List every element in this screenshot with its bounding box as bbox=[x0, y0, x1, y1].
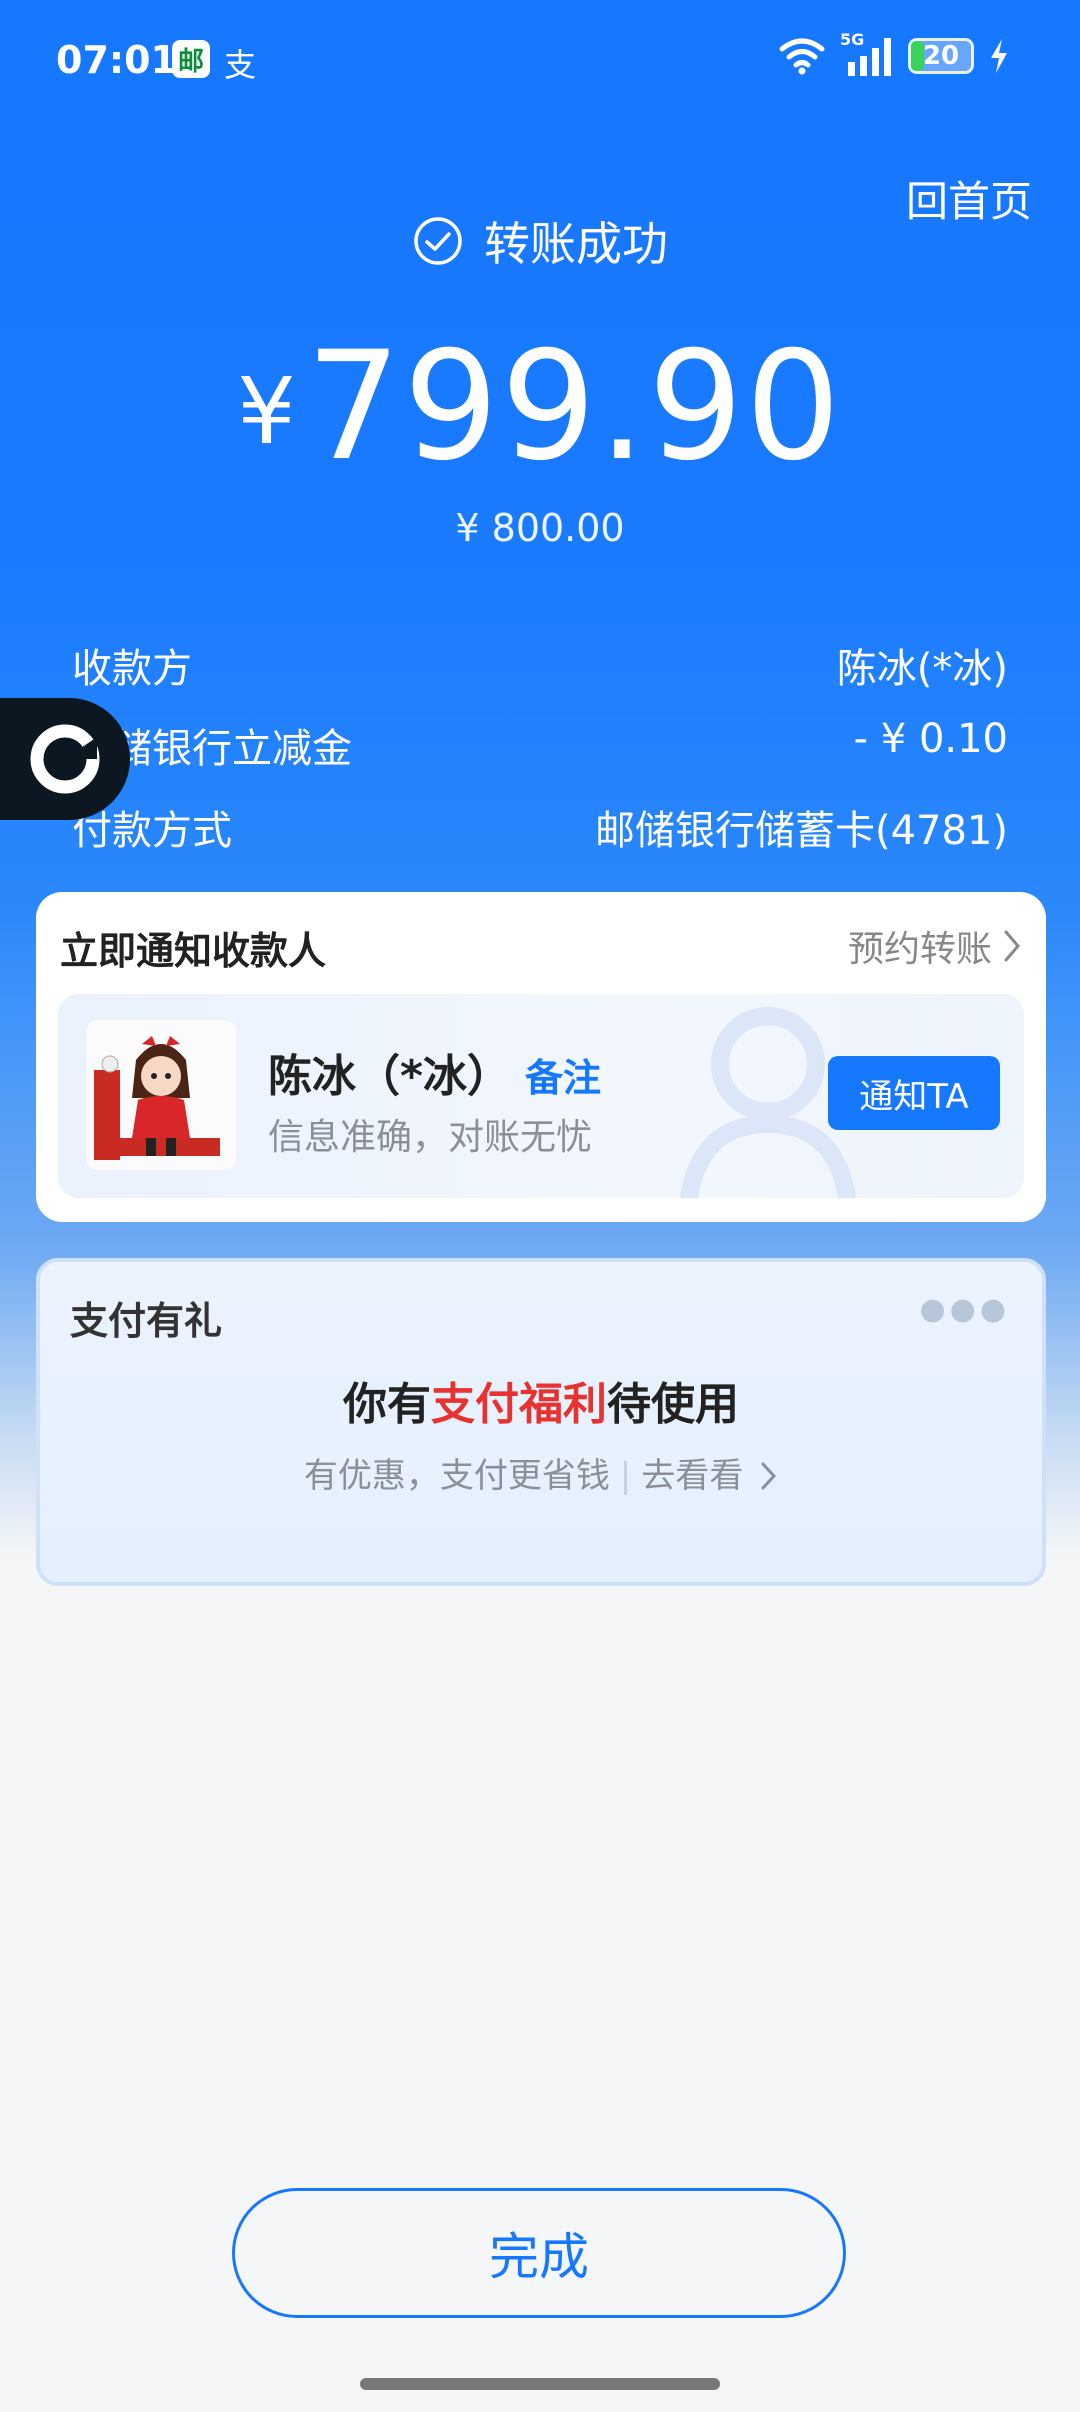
payee-avatar[interactable] bbox=[86, 1020, 236, 1170]
chevron-right-icon bbox=[1004, 930, 1020, 962]
check-circle-icon bbox=[414, 217, 462, 265]
assistant-ring-icon bbox=[30, 724, 100, 794]
floating-assistant-button[interactable] bbox=[0, 698, 130, 820]
success-text: 转账成功 bbox=[484, 217, 668, 271]
detail-row-payment-method: 付款方式 邮储银行储蓄卡(4781) bbox=[72, 798, 1008, 856]
done-button[interactable]: 完成 bbox=[232, 2188, 846, 2318]
gift-headline-prefix: 你有 bbox=[343, 1379, 431, 1430]
scheduled-transfer-link[interactable]: 预约转账 bbox=[848, 920, 1022, 972]
wifi-icon bbox=[779, 38, 825, 75]
notify-payee-button[interactable]: 通知TA bbox=[828, 1056, 1000, 1130]
payee-name: 陈冰（*冰） bbox=[268, 1051, 512, 1102]
battery-icon: 20 bbox=[908, 38, 974, 74]
payee-name-row: 陈冰（*冰） 备注 bbox=[268, 1040, 601, 1104]
status-time: 07:01 bbox=[56, 38, 177, 82]
status-icons: 5G 20 bbox=[778, 30, 1010, 76]
original-amount: ¥ 800.00 bbox=[455, 506, 625, 550]
gift-headline-suffix: 待使用 bbox=[607, 1379, 739, 1430]
notify-card-title: 立即通知收款人 bbox=[60, 929, 327, 973]
gift-headline: 你有支付福利待使用 bbox=[40, 1368, 1042, 1432]
detail-value: 陈冰(*冰) bbox=[836, 646, 1008, 692]
detail-row-discount: 邮储银行立减金 - ¥ 0.10 bbox=[72, 716, 1008, 774]
detail-label: 收款方 bbox=[72, 646, 192, 692]
payee-subtitle: 信息准确，对账无忧 bbox=[268, 1117, 593, 1158]
detail-value: 邮储银行储蓄卡(4781) bbox=[594, 808, 1008, 854]
amount-value: 799.90 bbox=[305, 320, 843, 494]
notify-payee-card: 立即通知收款人 预约转账 陈冰（*冰） 备注 信息准确，对账无忧 通知TA bbox=[36, 892, 1046, 1222]
scheduled-transfer-label: 预约转账 bbox=[847, 929, 992, 970]
view-gift-link[interactable]: 去看看 bbox=[641, 1456, 743, 1496]
transfer-amount: ¥799.90 bbox=[0, 320, 1080, 494]
chevron-right-icon bbox=[761, 1462, 777, 1490]
more-options-icon[interactable]: ●●● bbox=[919, 1292, 1010, 1327]
divider: | bbox=[619, 1456, 632, 1496]
gift-sub-text: 有优惠，支付更省钱 bbox=[303, 1456, 610, 1496]
gift-card-title: 支付有礼 bbox=[70, 1299, 223, 1343]
payee-info-box: 陈冰（*冰） 备注 信息准确，对账无忧 通知TA bbox=[58, 994, 1024, 1198]
add-remark-link[interactable]: 备注 bbox=[525, 1056, 601, 1100]
battery-level: 20 bbox=[922, 41, 960, 71]
gift-headline-highlight: 支付福利 bbox=[431, 1379, 607, 1430]
currency-symbol: ¥ bbox=[237, 358, 296, 465]
detail-value: - ¥ 0.10 bbox=[853, 716, 1008, 762]
payment-gift-card[interactable]: 支付有礼 ●●● 你有支付福利待使用 有优惠，支付更省钱 | 去看看 bbox=[36, 1258, 1046, 1586]
network-type: 5G bbox=[840, 30, 865, 49]
signal-icon: 5G bbox=[840, 30, 894, 76]
detail-row-payee: 收款方 陈冰(*冰) bbox=[72, 636, 1008, 694]
postal-app-icon: 邮 bbox=[172, 40, 210, 78]
alipay-icon: 支 bbox=[224, 46, 257, 84]
home-indicator[interactable] bbox=[360, 2378, 720, 2390]
gift-subline: 有优惠，支付更省钱 | 去看看 bbox=[40, 1448, 1042, 1497]
charging-icon bbox=[991, 39, 1007, 73]
avatar-illustration bbox=[86, 1020, 236, 1170]
success-status: 转账成功 bbox=[0, 208, 1080, 274]
